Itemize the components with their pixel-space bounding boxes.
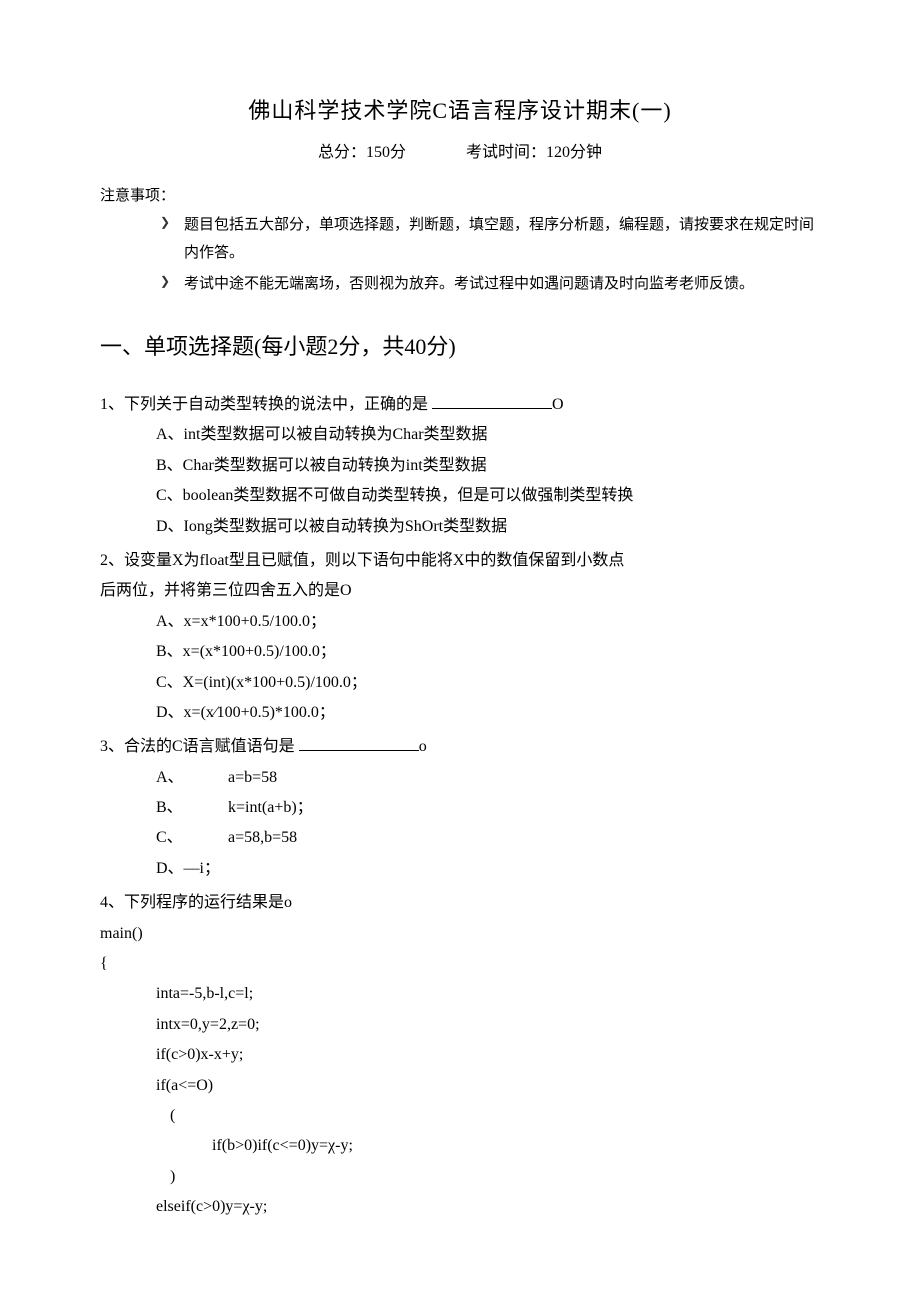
q2-option-d: D、x=(x⁄100+0.5)*100.0； [156, 698, 820, 728]
q3-options: A、a=b=58 B、k=int(a+b)； C、a=58,b=58 D、—i； [100, 763, 820, 885]
q3-option-d: D、—i； [156, 854, 820, 884]
q4-code-line: if(a<=O) [100, 1071, 820, 1101]
blank [299, 736, 419, 751]
q1-option-b: B、Char类型数据可以被自动转换为int类型数据 [156, 451, 820, 481]
q1-option-a: A、int类型数据可以被自动转换为Char类型数据 [156, 420, 820, 450]
q3-stem-post: o [419, 738, 427, 755]
q2-option-a: A、x=x*100+0.5/100.0； [156, 607, 820, 637]
question-4: 4、下列程序的运行结果是o [100, 888, 820, 918]
question-3: 3、合法的C语言赋值语句是 o [100, 732, 820, 762]
q1-option-c: C、boolean类型数据不可做自动类型转换，但是可以做强制类型转换 [156, 481, 820, 511]
q1-stem-post: O [552, 396, 564, 413]
question-2-line2: 后两位，并将第三位四舍五入的是O [100, 576, 820, 606]
opt-value: k=int(a+b)； [228, 799, 313, 816]
opt-label: C、 [156, 823, 228, 853]
notes-label: 注意事项： [100, 182, 820, 211]
opt-value: a=58,b=58 [228, 829, 297, 846]
q4-code-line: if(c>0)x-x+y; [100, 1040, 820, 1070]
opt-label: B、 [156, 793, 228, 823]
q4-code-line: elseif(c>0)y=χ-y; [100, 1192, 820, 1222]
q3-option-b: B、k=int(a+b)； [156, 793, 820, 823]
q3-option-a: A、a=b=58 [156, 763, 820, 793]
q4-code-line: ( [100, 1101, 820, 1131]
question-1: 1、下列关于自动类型转换的说法中，正确的是 O [100, 390, 820, 420]
q4-code-line: ) [100, 1162, 820, 1192]
section-heading: 一、单项选择题(每小题2分，共40分) [100, 326, 820, 368]
q4-code-line: intx=0,y=2,z=0; [100, 1010, 820, 1040]
notes-list: 题目包括五大部分，单项选择题，判断题，填空题，程序分析题，编程题，请按要求在规定… [100, 211, 820, 299]
opt-label: A、 [156, 763, 228, 793]
exam-subtitle: 总分：150分 考试时间：120分钟 [100, 138, 820, 168]
q4-code-line: inta=-5,b-l,c=l; [100, 979, 820, 1009]
opt-value: a=b=58 [228, 769, 277, 786]
q2-option-b: B、x=(x*100+0.5)/100.0； [156, 637, 820, 667]
exam-time: 考试时间：120分钟 [466, 144, 602, 161]
q3-stem-pre: 3、合法的C语言赋值语句是 [100, 738, 299, 755]
q1-options: A、int类型数据可以被自动转换为Char类型数据 B、Char类型数据可以被自… [100, 420, 820, 542]
q3-option-c: C、a=58,b=58 [156, 823, 820, 853]
question-2-line1: 2、设变量X为float型且已赋值，则以下语句中能将X中的数值保留到小数点 [100, 546, 820, 576]
q2-option-c: C、X=(int)(x*100+0.5)/100.0； [156, 668, 820, 698]
q1-option-d: D、Iong类型数据可以被自动转换为ShOrt类型数据 [156, 512, 820, 542]
q4-code-line: main() [100, 919, 820, 949]
q4-code-line: if(b>0)if(c<=0)y=χ-y; [100, 1131, 820, 1161]
q4-code-line: { [100, 949, 820, 979]
exam-title: 佛山科学技术学院C语言程序设计期末(一) [100, 90, 820, 132]
q2-options: A、x=x*100+0.5/100.0； B、x=(x*100+0.5)/100… [100, 607, 820, 729]
note-item: 考试中途不能无端离场，否则视为放弃。考试过程中如遇问题请及时向监考老师反馈。 [160, 270, 820, 299]
blank [432, 394, 552, 409]
total-score: 总分：150分 [318, 144, 406, 161]
q1-stem-pre: 1、下列关于自动类型转换的说法中，正确的是 [100, 396, 432, 413]
note-item: 题目包括五大部分，单项选择题，判断题，填空题，程序分析题，编程题，请按要求在规定… [160, 211, 820, 268]
